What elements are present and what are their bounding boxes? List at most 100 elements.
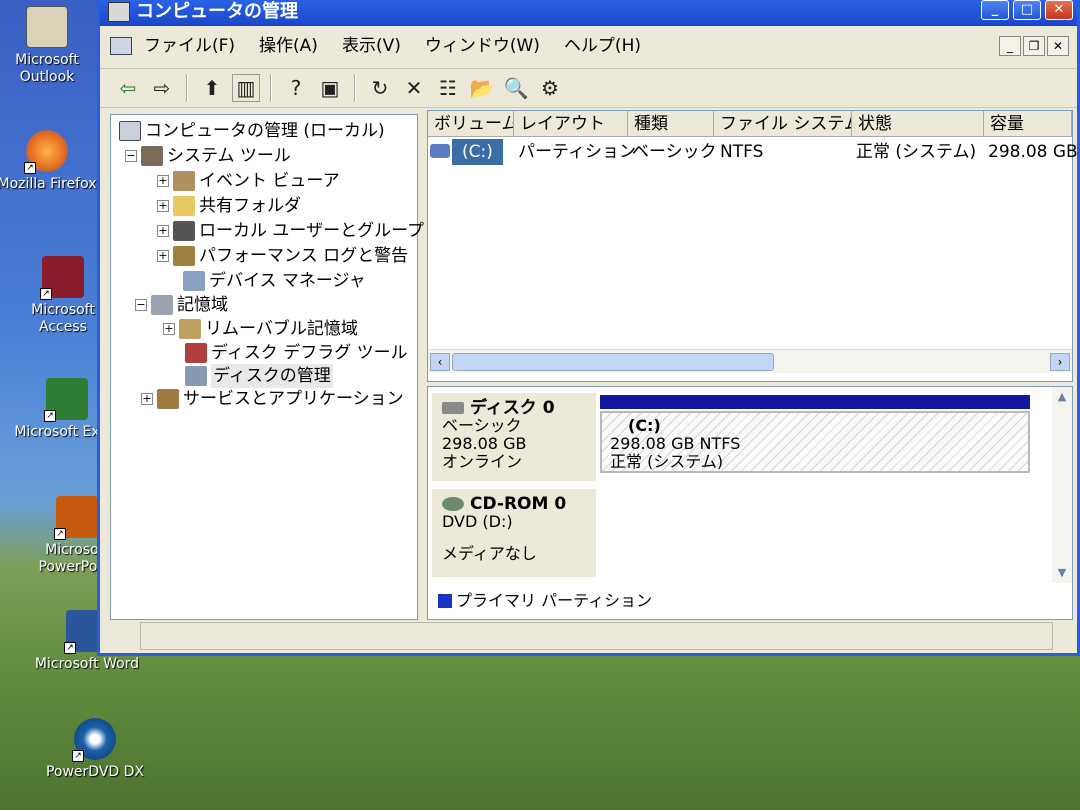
- column-header-volume[interactable]: ボリューム: [428, 111, 514, 136]
- computer-management-window: コンピュータの管理 _ □ ✕ ファイル(F) 操作(A) 表示(V) ウィンド…: [97, 0, 1080, 656]
- computer-icon: [108, 2, 130, 22]
- tree-item-disk-management[interactable]: ディスクの管理: [211, 364, 333, 388]
- expand-icon[interactable]: +: [157, 200, 169, 212]
- filesystem-cell: NTFS: [720, 142, 764, 162]
- hard-disk-icon: [442, 402, 464, 414]
- partition-status: 正常 (システム): [610, 452, 724, 471]
- maximize-button[interactable]: □: [1013, 0, 1041, 20]
- column-header-status[interactable]: 状態: [852, 111, 984, 136]
- menu-view[interactable]: 表示(V): [342, 30, 401, 62]
- collapse-icon[interactable]: −: [135, 299, 147, 311]
- child-close-button[interactable]: ✕: [1047, 36, 1069, 56]
- menu-file[interactable]: ファイル(F): [144, 30, 235, 62]
- table-row[interactable]: (C:) パーティション ベーシック NTFS 正常 (システム) 298.08…: [428, 139, 1078, 165]
- tree-item-root[interactable]: コンピュータの管理 (ローカル): [145, 119, 385, 143]
- storage-icon: [151, 295, 173, 315]
- partition-legend: プライマリ パーティション: [438, 591, 652, 611]
- search-icon[interactable]: 🔍: [502, 74, 530, 102]
- scroll-left-icon[interactable]: ‹: [430, 353, 450, 371]
- minimize-button[interactable]: _: [981, 0, 1009, 20]
- toolbar-separator: [354, 74, 356, 102]
- desktop-icon-powerdvd[interactable]: ↗ PowerDVD DX: [40, 718, 150, 781]
- scroll-up-icon[interactable]: ▲: [1054, 389, 1070, 405]
- cdrom-0-label[interactable]: CD-ROM 0 DVD (D:) メディアなし: [432, 489, 596, 577]
- menu-window[interactable]: ウィンドウ(W): [425, 30, 540, 62]
- column-header-filesystem[interactable]: ファイル システム: [714, 111, 852, 136]
- status-cell: 正常 (システム): [856, 142, 977, 162]
- computer-icon: [119, 121, 141, 141]
- column-header-type[interactable]: 種類: [628, 111, 714, 136]
- disk-size: 298.08 GB: [442, 434, 527, 453]
- event-viewer-icon: [173, 171, 195, 191]
- partition-body: (C:) 298.08 GB NTFS 正常 (システム): [600, 411, 1030, 473]
- tree-item-removable[interactable]: リムーバブル記憶域: [205, 317, 358, 341]
- cdrom-drive: DVD (D:): [442, 512, 513, 531]
- toolbar-separator: [270, 74, 272, 102]
- partition-c[interactable]: (C:) 298.08 GB NTFS 正常 (システム): [600, 395, 1030, 475]
- excel-icon: ↗: [44, 378, 88, 422]
- help-icon[interactable]: ?: [282, 74, 310, 102]
- child-minimize-button[interactable]: _: [999, 36, 1021, 56]
- disk-management-icon: [185, 366, 207, 386]
- tree-item-device-manager[interactable]: デバイス マネージャ: [209, 269, 366, 293]
- scroll-right-icon[interactable]: ›: [1050, 353, 1070, 371]
- desktop-icon-label: Microsoft Word: [34, 656, 140, 672]
- expand-icon[interactable]: +: [141, 393, 153, 405]
- tree-item-event-viewer[interactable]: イベント ビューア: [199, 169, 340, 193]
- tree-item-local-users[interactable]: ローカル ユーザーとグループ: [199, 219, 424, 243]
- performance-icon: [173, 246, 195, 266]
- vertical-scrollbar[interactable]: ▲ ▼: [1052, 387, 1072, 583]
- column-header-capacity[interactable]: 容量: [984, 111, 1072, 136]
- close-button[interactable]: ✕: [1045, 0, 1073, 20]
- desktop-icon-firefox[interactable]: ↗ Mozilla Firefox: [0, 130, 102, 193]
- users-icon: [173, 221, 195, 241]
- tree-item-defrag[interactable]: ディスク デフラグ ツール: [211, 341, 408, 365]
- show-hide-tree-icon[interactable]: ▥: [232, 74, 260, 102]
- tree-item-shared-folders[interactable]: 共有フォルダ: [199, 194, 301, 218]
- child-restore-button[interactable]: ❐: [1023, 36, 1045, 56]
- tree-item-storage[interactable]: 記憶域: [177, 293, 228, 317]
- desktop-icon-outlook[interactable]: Microsoft Outlook: [0, 6, 102, 86]
- disk-type: ベーシック: [442, 416, 522, 435]
- title-bar[interactable]: コンピュータの管理 _ □ ✕: [100, 0, 1077, 26]
- toolbar: ⇦ ⇨ ⬆ ▥ ? ▣ ↻ ✕ ☷ 📂 🔍 ⚙: [100, 68, 1077, 108]
- cdrom-icon: [442, 497, 464, 511]
- column-header-layout[interactable]: レイアウト: [514, 111, 628, 136]
- settings-icon[interactable]: ⚙: [536, 74, 564, 102]
- expand-icon[interactable]: +: [157, 225, 169, 237]
- partition-detail: 298.08 GB NTFS: [610, 434, 741, 453]
- capacity-cell: 298.08 GB: [988, 142, 1078, 162]
- menu-help[interactable]: ヘルプ(H): [564, 30, 641, 62]
- tree-item-perf-logs[interactable]: パフォーマンス ログと警告: [199, 244, 408, 268]
- back-arrow-icon[interactable]: ⇦: [114, 74, 142, 102]
- expand-icon[interactable]: +: [157, 175, 169, 187]
- expand-icon[interactable]: +: [157, 250, 169, 262]
- computer-icon[interactable]: [110, 37, 132, 55]
- disk-view-pane: ディスク 0 ベーシック 298.08 GB オンライン (C:) 298.08…: [427, 386, 1073, 620]
- menu-action[interactable]: 操作(A): [259, 30, 318, 62]
- collapse-icon[interactable]: −: [125, 150, 137, 162]
- expand-icon[interactable]: +: [163, 323, 175, 335]
- tree-item-services[interactable]: サービスとアプリケーション: [183, 387, 404, 411]
- scrollbar-thumb[interactable]: [452, 353, 774, 371]
- tree-item-system-tools[interactable]: システム ツール: [167, 144, 291, 168]
- console-icon[interactable]: ▣: [316, 74, 344, 102]
- scroll-down-icon[interactable]: ▼: [1054, 565, 1070, 581]
- open-folder-icon[interactable]: 📂: [468, 74, 496, 102]
- volume-list-header: ボリューム レイアウト 種類 ファイル システム 状態 容量: [428, 111, 1072, 137]
- forward-arrow-icon[interactable]: ⇨: [148, 74, 176, 102]
- refresh-icon[interactable]: ↻: [366, 74, 394, 102]
- type-cell: ベーシック: [632, 142, 717, 162]
- volume-list-pane: ボリューム レイアウト 種類 ファイル システム 状態 容量 (C:) パーティ…: [427, 110, 1078, 382]
- device-manager-icon: [183, 271, 205, 291]
- horizontal-scrollbar[interactable]: ‹ ›: [428, 349, 1072, 373]
- properties-icon[interactable]: ☷: [434, 74, 462, 102]
- disk-0-label[interactable]: ディスク 0 ベーシック 298.08 GB オンライン: [432, 393, 596, 481]
- services-icon: [157, 389, 179, 409]
- volume-icon: [430, 144, 450, 158]
- desktop-icon-label: Mozilla Firefox: [0, 176, 97, 192]
- up-folder-icon[interactable]: ⬆: [198, 74, 226, 102]
- delete-icon[interactable]: ✕: [400, 74, 428, 102]
- status-bar: [140, 622, 1053, 650]
- volume-cell: (C:): [452, 139, 503, 165]
